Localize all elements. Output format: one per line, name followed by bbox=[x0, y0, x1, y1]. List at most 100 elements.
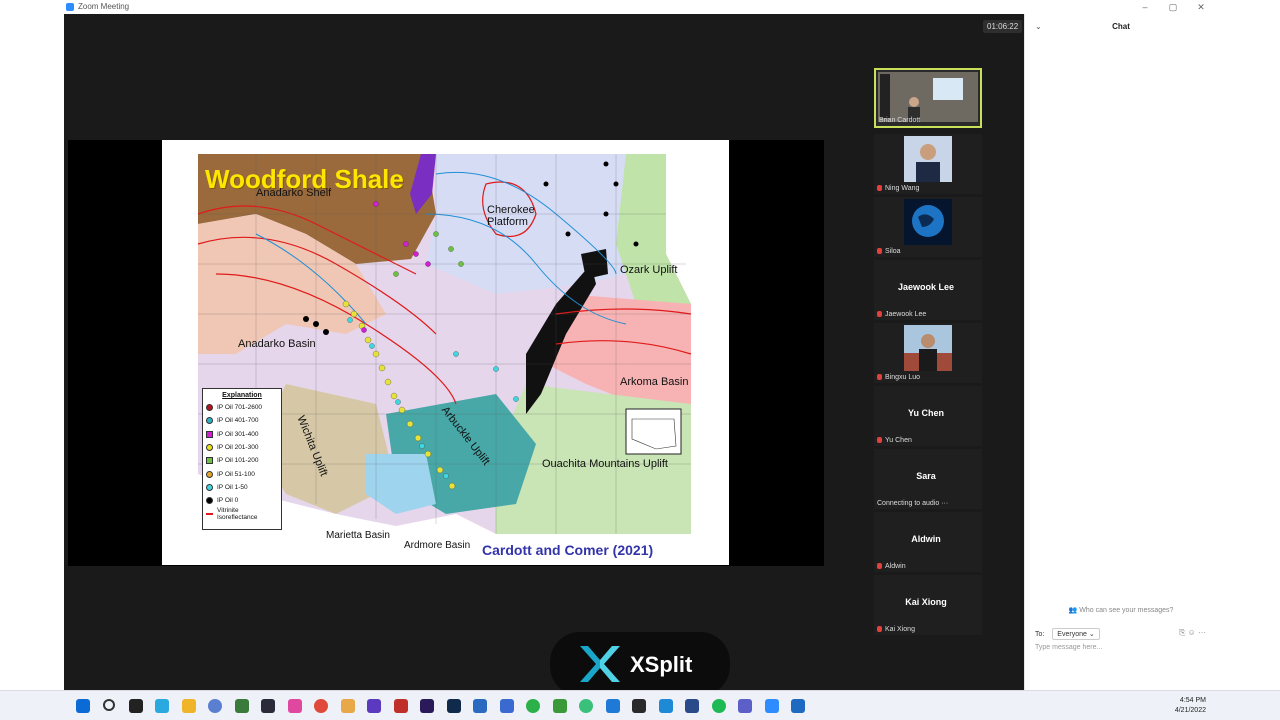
participant-avatar bbox=[904, 325, 952, 371]
legend-item: IP Oil 1-50 bbox=[206, 481, 278, 494]
participant-avatar bbox=[904, 199, 952, 245]
app-sky-icon[interactable] bbox=[659, 699, 673, 713]
participant-avatar bbox=[904, 136, 952, 182]
app-hex-icon[interactable] bbox=[553, 699, 567, 713]
legend-item: IP Oil 101-200 bbox=[206, 454, 278, 467]
who-can-see-link[interactable]: 👥 Who can see your messages? bbox=[1025, 606, 1217, 614]
mic-muted-icon bbox=[877, 374, 882, 380]
participant-tile[interactable]: Aldwin Aldwin bbox=[874, 512, 982, 572]
mic-muted-icon bbox=[877, 563, 882, 569]
label-ardmore-basin: Ardmore Basin bbox=[404, 540, 471, 551]
map-legend: Explanation IP Oil 701-2600 IP Oil 401-7… bbox=[202, 388, 282, 530]
label-arkoma-basin: Arkoma Basin bbox=[620, 376, 689, 388]
desktop-right bbox=[1216, 14, 1280, 690]
more-icon[interactable]: ··· bbox=[1198, 628, 1206, 637]
clock-time[interactable]: 4:54 PM bbox=[1178, 697, 1206, 704]
legend-item: IP Oil 51-100 bbox=[206, 467, 278, 480]
label-cherokee-platform: Cherokee Platform bbox=[487, 204, 535, 228]
slack-icon[interactable] bbox=[288, 699, 302, 713]
label-marietta-basin: Marietta Basin bbox=[326, 530, 390, 541]
mic-muted-icon bbox=[877, 248, 882, 254]
app-leaf-icon[interactable] bbox=[526, 699, 540, 713]
participant-name: Yu Chen bbox=[877, 437, 912, 444]
desktop-left bbox=[0, 14, 64, 690]
clock-date[interactable]: 4/21/2022 bbox=[1170, 707, 1206, 714]
zoom-icon[interactable] bbox=[765, 699, 779, 713]
chat-panel: ⌄ Chat 👥 Who can see your messages? To: … bbox=[1024, 14, 1216, 690]
close-icon[interactable]: ✕ bbox=[1194, 0, 1208, 14]
legend-swatch bbox=[206, 497, 213, 505]
app-window-icon[interactable] bbox=[791, 699, 805, 713]
mic-muted-icon bbox=[877, 437, 882, 443]
participant-tile[interactable]: Ning Wang bbox=[874, 134, 982, 194]
participant-name: Siloa bbox=[877, 248, 901, 255]
chat-tools: ⎘ ☺ ··· bbox=[1179, 628, 1206, 638]
legend-item: IP Oil 201-300 bbox=[206, 441, 278, 454]
app-r-icon[interactable] bbox=[208, 699, 222, 713]
app-blue-icon[interactable] bbox=[500, 699, 514, 713]
file-explorer-icon[interactable] bbox=[182, 699, 196, 713]
app-red-icon[interactable] bbox=[394, 699, 408, 713]
widgets-icon[interactable] bbox=[155, 699, 169, 713]
app-orange-icon[interactable] bbox=[341, 699, 355, 713]
people-icon: 👥 bbox=[1068, 607, 1080, 614]
slide-credit: Cardott and Comer (2021) bbox=[482, 542, 654, 558]
task-view-icon[interactable] bbox=[129, 699, 143, 713]
label-ouachita-uplift: Ouachita Mountains Uplift bbox=[542, 458, 668, 470]
participant-tile[interactable]: Brian Cardott bbox=[874, 68, 982, 128]
to-label: To: bbox=[1035, 631, 1045, 638]
app-grid-icon[interactable] bbox=[473, 699, 487, 713]
title-bar: Zoom Meeting – ▢ ✕ bbox=[0, 0, 1280, 14]
presentation-slide: Woodford Shale Anadarko Shelf Anadarko B… bbox=[162, 140, 729, 565]
search-icon[interactable] bbox=[103, 699, 115, 711]
xsplit-brand: XSplit bbox=[630, 652, 693, 677]
zoom-app-icon bbox=[66, 3, 74, 11]
participant-tile[interactable]: Sara Connecting to audio ··· bbox=[874, 449, 982, 509]
minimize-icon[interactable]: – bbox=[1138, 0, 1152, 14]
legend-item: IP Oil 401-700 bbox=[206, 414, 278, 427]
photoshop-icon[interactable] bbox=[447, 699, 461, 713]
label-ozark-uplift: Ozark Uplift bbox=[620, 264, 678, 276]
participant-tile[interactable]: Siloa bbox=[874, 197, 982, 257]
teams-icon[interactable] bbox=[738, 699, 752, 713]
participant-video bbox=[878, 72, 978, 122]
participant-tile[interactable]: Kai Xiong Kai Xiong bbox=[874, 575, 982, 635]
maximize-icon[interactable]: ▢ bbox=[1166, 0, 1180, 14]
visual-studio-icon[interactable] bbox=[367, 699, 381, 713]
lightroom-icon[interactable] bbox=[261, 699, 275, 713]
emoji-icon[interactable]: ☺ bbox=[1188, 628, 1196, 637]
windows-start-icon[interactable] bbox=[76, 699, 90, 713]
app-green-icon[interactable] bbox=[235, 699, 249, 713]
legend-swatch bbox=[206, 483, 213, 491]
mic-muted-icon bbox=[877, 185, 882, 191]
mic-muted-icon bbox=[877, 311, 882, 317]
participant-display-name: Aldwin bbox=[911, 534, 941, 544]
participant-tile[interactable]: Yu Chen Yu Chen bbox=[874, 386, 982, 446]
participant-display-name: Yu Chen bbox=[907, 408, 944, 418]
participant-tile[interactable]: Bingxu Luo bbox=[874, 323, 982, 383]
legend-item: Vitrinite Isoreflectance bbox=[206, 507, 278, 521]
app-dark-icon[interactable] bbox=[632, 699, 646, 713]
chrome-icon[interactable] bbox=[314, 699, 328, 713]
legend-swatch bbox=[206, 513, 213, 516]
participant-display-name: Sara bbox=[916, 471, 936, 481]
premiere-icon[interactable] bbox=[420, 699, 434, 713]
recipient-select[interactable]: Everyone ⌄ bbox=[1052, 628, 1100, 640]
spotify-icon[interactable] bbox=[712, 699, 726, 713]
participant-status: Connecting to audio ··· bbox=[877, 500, 949, 507]
legend-swatch bbox=[206, 430, 213, 438]
legend-swatch bbox=[206, 404, 213, 412]
vscode-icon[interactable] bbox=[606, 699, 620, 713]
shared-screen[interactable]: Woodford Shale Anadarko Shelf Anadarko B… bbox=[68, 140, 824, 566]
chat-message-input[interactable]: Type message here... bbox=[1035, 644, 1207, 684]
window-title: Zoom Meeting bbox=[78, 2, 130, 11]
legend-item: IP Oil 301-400 bbox=[206, 428, 278, 441]
participant-name: Jaewook Lee bbox=[877, 311, 926, 318]
github-icon[interactable] bbox=[685, 699, 699, 713]
taskbar: 4:54 PM 4/21/2022 bbox=[0, 690, 1280, 720]
legend-swatch bbox=[206, 417, 213, 425]
app-circle-icon[interactable] bbox=[579, 699, 593, 713]
mic-muted-icon bbox=[877, 626, 882, 632]
participant-tile[interactable]: Jaewook Lee Jaewook Lee bbox=[874, 260, 982, 320]
file-icon[interactable]: ⎘ bbox=[1179, 628, 1185, 637]
